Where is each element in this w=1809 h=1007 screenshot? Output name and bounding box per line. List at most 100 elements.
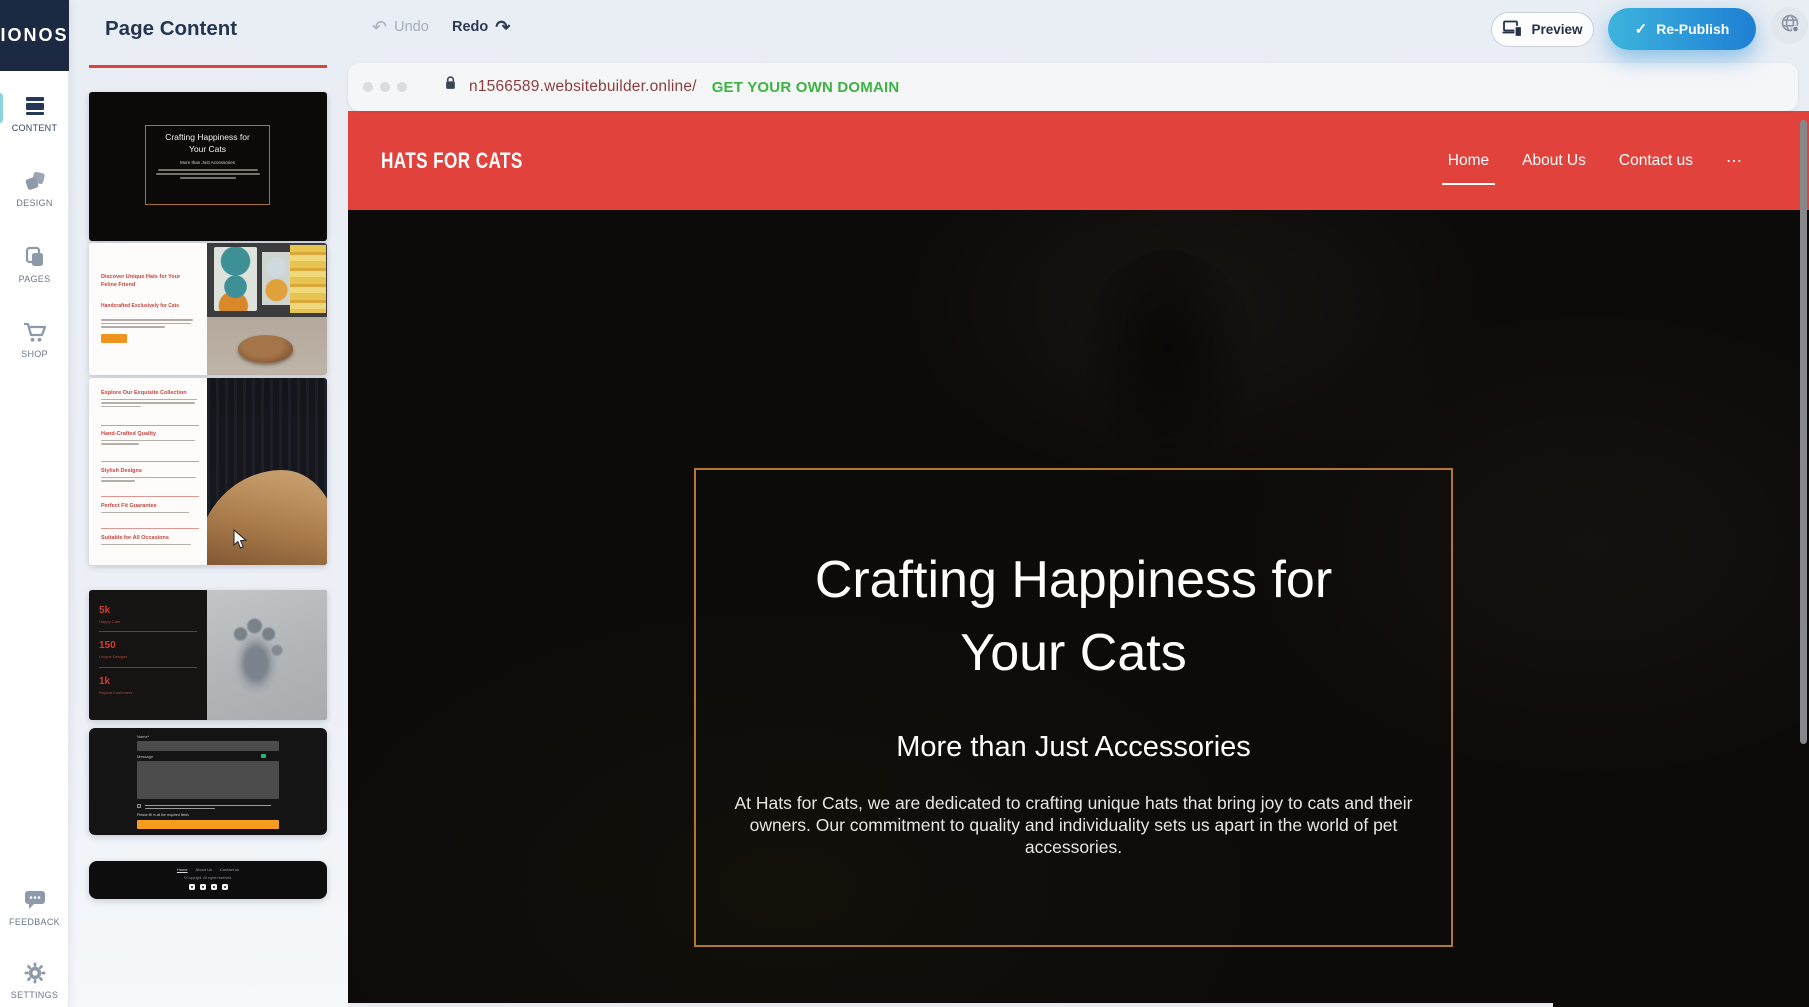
undo-arrow-icon: ↶ xyxy=(372,18,387,36)
thumb-form-submit-button xyxy=(137,820,279,829)
thumb-discover-button xyxy=(101,334,127,343)
hero-text-block[interactable]: Crafting Happiness for Your Cats More th… xyxy=(694,468,1453,947)
check-icon: ✓ xyxy=(1635,20,1648,38)
thumb-form-field-icon xyxy=(261,754,266,758)
thumb-form-consent-lines xyxy=(145,803,273,809)
window-dots-icon xyxy=(363,82,407,92)
design-swatches-icon xyxy=(23,169,47,193)
thumb-discover-text-column: Discover Unique Hats for Your Feline Fri… xyxy=(89,243,207,375)
sidebar-item-label: FEEDBACK xyxy=(9,917,60,927)
thumb-collection-text-column: Explore Our Exquisite Collection Hand-Cr… xyxy=(89,378,207,565)
thumb-stat-label: Repeat Customers xyxy=(99,690,132,695)
thumb-form-message-label: Message xyxy=(137,754,153,759)
cat-figure xyxy=(238,335,293,363)
preview-scrollbar[interactable] xyxy=(1800,120,1807,744)
preview-button[interactable]: Preview xyxy=(1491,12,1594,47)
sidebar-item-label: PAGES xyxy=(19,274,51,284)
cart-icon xyxy=(22,320,48,344)
sidebar-item-label: SETTINGS xyxy=(11,990,58,1000)
website-preview: HATS FOR CATS Home About Us Contact us ⋯… xyxy=(348,111,1809,1007)
nav-more-icon[interactable]: ⋯ xyxy=(1726,151,1743,171)
sidebar-item-content[interactable]: CONTENT xyxy=(0,84,69,142)
site-url[interactable]: n1566589.websitebuilder.online/ xyxy=(469,78,697,96)
site-nav-home[interactable]: Home xyxy=(1448,152,1489,170)
background-cat-silhouette xyxy=(1078,250,1258,480)
thumb-hero-subtitle: More than Just Accessories xyxy=(146,160,269,165)
thumb-stat-value: 1k xyxy=(99,676,110,687)
thumb-collection-heading: Hand-Crafted Quality xyxy=(101,431,199,437)
sidebar-item-design[interactable]: DESIGN xyxy=(0,159,69,217)
republish-button[interactable]: ✓ Re-Publish xyxy=(1608,8,1756,50)
undo-label: Undo xyxy=(394,19,429,35)
left-nav-rail: IONOS CONTENT DESIGN xyxy=(0,0,69,1007)
redo-arrow-icon: ↷ xyxy=(495,18,510,36)
thumb-hero-border-box: Crafting Happiness for Your Cats More th… xyxy=(145,125,270,205)
section-thumbnail-contact-form[interactable]: Name* Message Please fill in all the req… xyxy=(89,728,327,835)
sidebar-item-label: DESIGN xyxy=(16,198,52,208)
sidebar-item-label: CONTENT xyxy=(12,123,58,133)
lock-icon xyxy=(443,75,458,99)
site-logo[interactable]: HATS FOR CATS xyxy=(381,148,523,174)
ionos-logo: IONOS xyxy=(0,0,69,71)
section-thumbnail-hero[interactable]: Crafting Happiness for Your Cats More th… xyxy=(89,92,327,241)
paw-print-photo xyxy=(207,590,327,720)
pages-icon xyxy=(23,245,47,269)
section-thumbnail-collection[interactable]: Explore Our Exquisite Collection Hand-Cr… xyxy=(89,378,327,565)
site-nav-about[interactable]: About Us xyxy=(1522,152,1586,170)
thumb-collection-heading: Perfect Fit Guarantee xyxy=(101,503,199,509)
thumb-discover-paragraph-lines xyxy=(101,317,193,328)
thumb-hero-paragraph-lines xyxy=(146,169,269,179)
redo-label: Redo xyxy=(452,19,488,35)
thumb-discover-subheading: Handcrafted Exclusively for Cats xyxy=(101,303,197,309)
gear-icon xyxy=(23,961,47,985)
ionos-website-builder: IONOS CONTENT DESIGN xyxy=(0,0,1809,1007)
thumb-footer-nav: Home About Us Contact us xyxy=(89,867,327,872)
youtube-icon xyxy=(211,884,217,890)
thumb-stat-value: 5k xyxy=(99,605,110,616)
street-cat-photo xyxy=(207,243,327,375)
site-header: HATS FOR CATS Home About Us Contact us ⋯ xyxy=(348,111,1809,210)
panel-accent-underline xyxy=(89,65,327,68)
section-thumbnail-footer[interactable]: Home About Us Contact us ©Copyright. All… xyxy=(89,861,327,899)
globe-icon xyxy=(1779,12,1801,39)
thumb-stat-label: Unique Designs xyxy=(99,654,127,659)
site-nav: Home About Us Contact us ⋯ xyxy=(1448,111,1743,210)
redo-button[interactable]: Redo ↷ xyxy=(452,18,510,36)
thumb-stat-value: 150 xyxy=(99,640,116,651)
preview-label: Preview xyxy=(1531,22,1582,37)
hero-paragraph[interactable]: At Hats for Cats, we are dedicated to cr… xyxy=(729,792,1419,858)
cat-fur-photo xyxy=(207,378,327,565)
thumb-hero-title-line1: Crafting Happiness for xyxy=(146,132,269,144)
sidebar-item-pages[interactable]: PAGES xyxy=(0,235,69,293)
preview-browser-bar: n1566589.websitebuilder.online/ GET YOUR… xyxy=(348,63,1798,111)
get-your-own-domain-link[interactable]: GET YOUR OWN DOMAIN xyxy=(712,79,900,96)
thumb-form-checkbox xyxy=(137,804,141,808)
hero-subtitle[interactable]: More than Just Accessories xyxy=(696,730,1451,764)
thumb-form-required-note: Please fill in all the required fields xyxy=(137,813,189,817)
thumb-discover-heading: Discover Unique Hats for Your Feline Fri… xyxy=(101,273,197,289)
page-title: Page Content xyxy=(105,17,237,41)
section-thumbnail-stats[interactable]: 5k Happy Cats 150 Unique Designs 1k Repe… xyxy=(89,590,327,720)
facebook-icon xyxy=(189,884,195,890)
devices-icon xyxy=(1502,20,1523,40)
section-thumbnail-discover[interactable]: Discover Unique Hats for Your Feline Fri… xyxy=(89,243,327,375)
sidebar-item-feedback[interactable]: FEEDBACK xyxy=(0,878,69,936)
thumb-collection-heading: Explore Our Exquisite Collection xyxy=(101,390,199,396)
undo-button[interactable]: ↶ Undo xyxy=(372,18,429,36)
language-globe-button[interactable] xyxy=(1771,7,1808,44)
feedback-bubble-icon xyxy=(22,888,48,912)
instagram-icon xyxy=(222,884,228,890)
site-hero-section: Crafting Happiness for Your Cats More th… xyxy=(348,210,1809,1007)
sidebar-item-label: SHOP xyxy=(21,349,48,359)
thumb-footer-social-icons xyxy=(89,884,327,890)
thumb-form-name-input xyxy=(137,741,279,751)
hero-title[interactable]: Crafting Happiness for Your Cats xyxy=(696,470,1451,690)
content-rows-icon xyxy=(23,94,47,118)
thumb-footer-copyright: ©Copyright. All rights reserved. xyxy=(89,876,327,880)
republish-label: Re-Publish xyxy=(1656,21,1729,37)
thumb-stat-label: Happy Cats xyxy=(99,619,120,624)
thumb-collection-heading: Stylish Designs xyxy=(101,468,199,474)
sidebar-item-shop[interactable]: SHOP xyxy=(0,310,69,368)
sidebar-item-settings[interactable]: SETTINGS xyxy=(0,951,69,1007)
site-nav-contact[interactable]: Contact us xyxy=(1619,152,1693,170)
